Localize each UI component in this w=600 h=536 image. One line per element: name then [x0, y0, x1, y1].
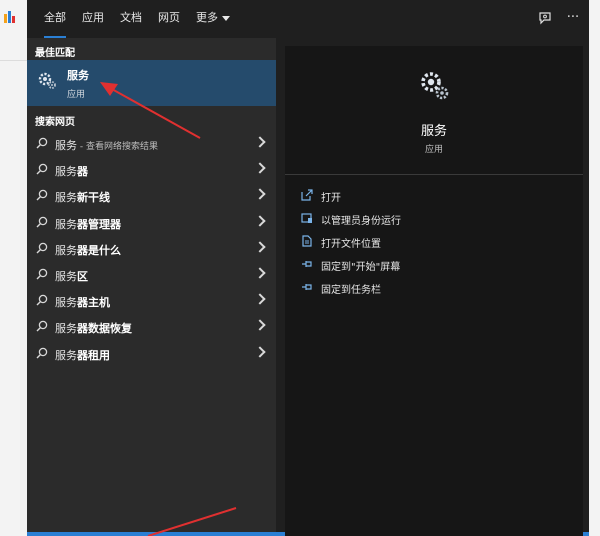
search-icon — [36, 347, 48, 359]
run-as-admin-icon — [301, 213, 312, 223]
tab-more-label: 更多 — [196, 11, 218, 24]
chevron-right-icon[interactable] — [254, 267, 266, 279]
chevron-right-icon[interactable] — [254, 345, 266, 358]
search-icon — [36, 294, 48, 306]
result-completion: 器主机 — [77, 296, 110, 310]
divider — [0, 60, 27, 61]
background-app-edge — [0, 0, 27, 536]
chevron-right-icon[interactable] — [254, 162, 266, 174]
action-open[interactable]: 打开 — [297, 188, 577, 206]
result-completion: 器租用 — [77, 348, 110, 362]
app-logo-icon — [4, 11, 15, 23]
web-search-result[interactable]: 服务器是什么 — [27, 236, 276, 262]
search-icon — [36, 216, 48, 228]
web-search-result[interactable]: 服务区 — [27, 262, 276, 288]
result-query: 服务 — [55, 243, 77, 257]
search-icon — [36, 321, 48, 332]
background-app-edge-right — [589, 0, 600, 536]
pin-icon — [302, 284, 312, 290]
best-match-heading: 最佳匹配 — [35, 48, 75, 59]
action-open-file-location[interactable]: 打开文件位置 — [297, 234, 577, 252]
web-search-result-text: 服务器是什么 — [55, 242, 121, 258]
chevron-right-icon[interactable] — [254, 319, 266, 332]
result-completion: 新干线 — [77, 191, 110, 205]
search-icon — [36, 190, 48, 201]
web-search-result[interactable]: 服务器主机 — [27, 288, 276, 314]
search-icon — [36, 242, 48, 254]
web-search-result-text: 服务器管理器 — [55, 216, 121, 232]
web-search-heading: 搜索网页 — [35, 117, 75, 128]
chevron-right-icon[interactable] — [254, 188, 266, 201]
web-search-result[interactable]: 服务器租用 — [27, 341, 276, 367]
result-completion: 器数据恢复 — [77, 322, 132, 336]
result-query: 服务 — [55, 348, 77, 362]
result-query: 服务 — [55, 322, 77, 336]
web-search-result-text: 服务器数据恢复 — [55, 320, 132, 336]
detail-title: 服务 — [420, 124, 447, 139]
tab-more[interactable]: 更多 — [196, 0, 230, 38]
web-search-result[interactable]: 服务器数据恢复 — [27, 314, 276, 340]
search-icon — [36, 137, 48, 149]
detail-pane: 服务 应用 打开 以管理员身份运行 打开文件位置 固定到"开始"屏幕 固定到任务… — [285, 46, 583, 536]
feedback-icon[interactable] — [537, 10, 553, 26]
chevron-right-icon[interactable] — [254, 136, 266, 148]
best-match-name: 服务 — [67, 69, 89, 82]
more-options-icon[interactable]: ··· — [565, 10, 581, 26]
web-search-result[interactable]: 服务 - 查看网络搜索结果 — [27, 131, 276, 157]
chevron-right-icon[interactable] — [254, 293, 266, 305]
detail-type: 应用 — [424, 145, 443, 155]
search-tab-bar: 全部 应用 文档 网页 更多 ··· — [27, 0, 589, 38]
search-icon — [36, 268, 48, 280]
open-icon — [301, 189, 313, 201]
action-label: 打开 — [321, 193, 341, 204]
divider — [285, 174, 583, 175]
action-label: 固定到"开始"屏幕 — [321, 262, 401, 273]
search-icon — [36, 163, 48, 175]
tab-web[interactable]: 网页 — [158, 0, 180, 38]
web-search-result-text: 服务 - 查看网络搜索结果 — [55, 137, 158, 153]
gear-icon — [421, 72, 449, 100]
action-run-as-admin[interactable]: 以管理员身份运行 — [297, 211, 577, 229]
action-pin-to-start[interactable]: 固定到"开始"屏幕 — [297, 257, 577, 275]
web-search-result[interactable]: 服务器 — [27, 157, 276, 183]
result-completion: 器管理器 — [77, 217, 121, 231]
tab-all[interactable]: 全部 — [44, 0, 66, 38]
tab-documents[interactable]: 文档 — [120, 0, 142, 38]
result-query: 服务 — [55, 217, 77, 231]
result-completion: 器是什么 — [77, 243, 121, 257]
chevron-down-icon — [222, 15, 230, 21]
chevron-right-icon[interactable] — [254, 214, 266, 227]
web-search-result-text: 服务器 — [55, 163, 88, 179]
result-hint: - 查看网络搜索结果 — [77, 142, 158, 152]
pin-icon — [302, 261, 312, 267]
tab-apps[interactable]: 应用 — [82, 0, 104, 38]
web-search-result[interactable]: 服务器管理器 — [27, 210, 276, 236]
results-pane: 最佳匹配 服务 应用 搜索网页 服务 - 查看网络搜索结果 服务器 服务新干线 服务器… — [27, 38, 589, 536]
action-label: 固定到任务栏 — [321, 285, 381, 296]
result-query: 服务 — [55, 139, 77, 152]
action-label: 打开文件位置 — [321, 239, 381, 250]
result-query: 服务 — [55, 270, 77, 283]
result-query: 服务 — [55, 165, 77, 179]
web-search-result-text: 服务区 — [55, 268, 88, 284]
chevron-right-icon[interactable] — [254, 241, 266, 253]
web-search-result-text: 服务器租用 — [55, 347, 110, 363]
file-location-icon — [302, 235, 312, 247]
gear-icon — [38, 72, 56, 89]
result-completion: 区 — [77, 270, 88, 283]
result-query: 服务 — [55, 296, 77, 310]
action-label: 以管理员身份运行 — [321, 216, 401, 227]
best-match-type: 应用 — [67, 90, 86, 100]
web-search-result-text: 服务新干线 — [55, 189, 110, 205]
best-match-item[interactable]: 服务 应用 — [27, 60, 276, 106]
search-panel: 全部 应用 文档 网页 更多 ··· 最佳匹配 服务 应用 搜索网页 服务 - — [27, 0, 589, 536]
result-query: 服务 — [55, 191, 77, 205]
web-search-result-text: 服务器主机 — [55, 294, 110, 310]
result-completion: 器 — [77, 165, 88, 179]
web-search-result[interactable]: 服务新干线 — [27, 183, 276, 209]
action-pin-to-taskbar[interactable]: 固定到任务栏 — [297, 280, 577, 298]
